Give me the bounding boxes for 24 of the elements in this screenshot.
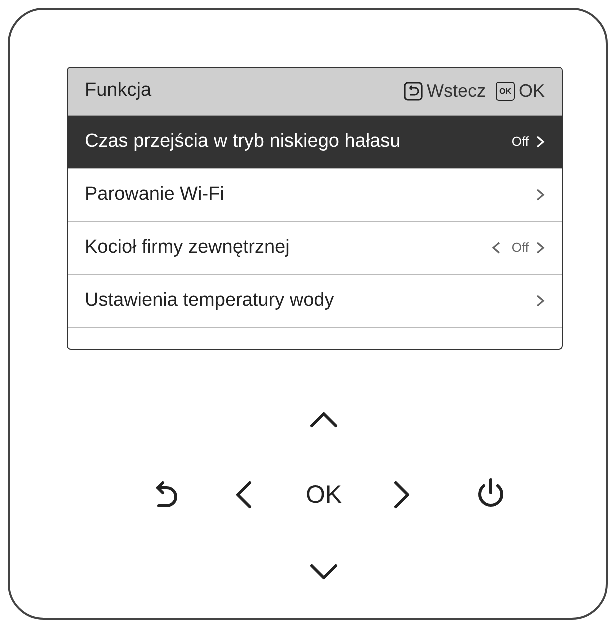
hint-label: OK	[518, 80, 545, 103]
chevron-right-icon	[535, 135, 546, 149]
chevron-right-icon	[535, 241, 546, 255]
down-button-icon[interactable]	[310, 564, 338, 580]
chevron-left-icon	[490, 241, 502, 255]
chevron-right-icon	[535, 188, 546, 202]
back-button-icon[interactable]	[154, 480, 178, 510]
menu-item-value: Off	[512, 239, 529, 258]
screen-title: Funkcja	[85, 79, 152, 104]
menu-item-label: Ustawienia temperatury wody	[85, 288, 334, 313]
menu-item-label: Kocioł firmy zewnętrznej	[85, 236, 290, 260]
menu-item-value: Off	[512, 133, 529, 152]
power-button-icon[interactable]	[476, 478, 506, 510]
ok-button[interactable]: OK	[300, 480, 348, 510]
ok-key-icon: OK	[496, 82, 515, 101]
up-button-icon[interactable]	[310, 412, 338, 428]
right-button-icon[interactable]	[394, 481, 410, 509]
left-button-icon[interactable]	[236, 481, 252, 509]
menu-item-label: Parowanie Wi-Fi	[85, 182, 224, 207]
chevron-right-icon	[535, 294, 546, 308]
back-key-icon	[404, 82, 423, 101]
hint-label: Wstecz	[426, 80, 486, 103]
menu-item-label: Czas przejścia w tryb niskiego hałasu	[85, 130, 401, 154]
menu-item[interactable]: Czas przejścia w tryb niskiego hałasu Off	[68, 116, 562, 169]
